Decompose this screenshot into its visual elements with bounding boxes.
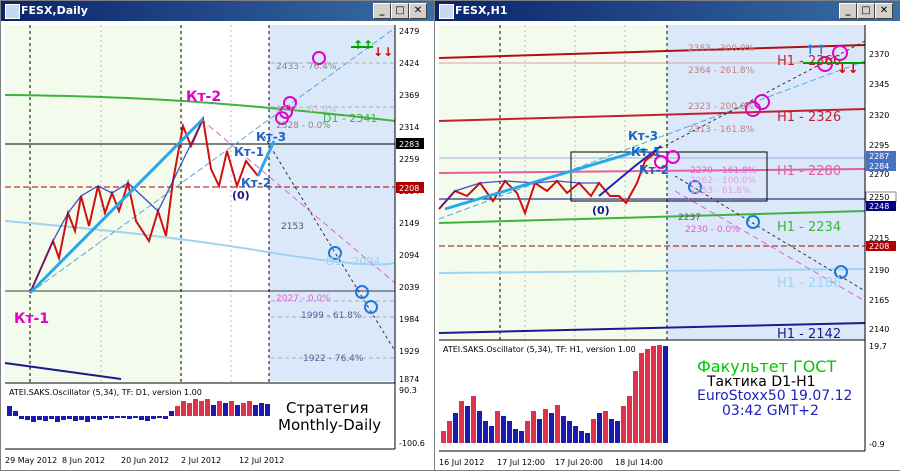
label-kt3: Кт-3 [256,130,286,144]
down-arrow-icon: ↓↓ [373,45,393,59]
daily-window-titlebar[interactable]: FESX,Daily _ □ ✕ [1,1,434,21]
svg-text:17 Jul 20:00: 17 Jul 20:00 [555,458,603,467]
svg-text:2094: 2094 [399,251,419,260]
fib-label: 2323 - 200.0% [688,102,755,112]
level-label: H1 - 2326 [777,110,841,125]
svg-text:2039: 2039 [399,283,419,292]
red-price-tag: 2208 [399,184,419,193]
svg-text:16 Jul 2012: 16 Jul 2012 [439,458,484,467]
fib-label: 2383 - 300.0% [688,44,755,54]
svg-text:29 May 2012: 29 May 2012 [5,456,57,465]
hourly-window-title: FESX,H1 [455,4,508,17]
level-label: 2153 [281,222,304,232]
svg-text:1929: 1929 [399,347,419,356]
hourly-price-chart[interactable]: ↑↑ ↓↓ Кт-3 Кт-1 Кт-2 (0) 2383 - 300.0% 2… [435,21,900,470]
price-axis: 2479 2424 2369 2314 2259 2204 2149 2094 … [399,27,419,384]
svg-text:2424: 2424 [399,59,419,68]
chart-window-icon [5,4,20,19]
level-label: D1 - 2094 [326,255,380,268]
fib-label: 2253 - 61.8% [690,186,751,196]
fib-label: 1999 - 61.8% [301,311,362,321]
close-button[interactable]: ✕ [409,3,427,19]
price-tag: 2208 [869,242,889,251]
close-button[interactable]: ✕ [875,3,893,19]
svg-text:2314: 2314 [399,123,419,132]
maximize-button[interactable]: □ [857,3,875,19]
svg-text:2190: 2190 [869,266,889,275]
daily-window-title: FESX,Daily [21,4,88,17]
oscillator-title: ATEI.SAKS.Oscillator (5,34), TF: D1, ver… [9,388,202,397]
label-kt3: Кт-3 [628,129,658,143]
svg-text:2369: 2369 [399,91,419,100]
fib-label: 2027 - 0.0% [276,294,331,304]
svg-text:2 Jul 2012: 2 Jul 2012 [181,456,221,465]
svg-text:2270: 2270 [869,170,889,179]
current-price-tag: 2283 [399,140,419,149]
fib-label: 2237 [678,213,701,223]
osc-tick: 90.3 [399,386,417,395]
fib-label: 2364 - 261.8% [688,66,755,76]
svg-text:2149: 2149 [399,219,419,228]
level-label: H1 - 2234 [777,220,841,235]
fib-label: 2230 - 0.0% [685,225,740,235]
price-tag: 2287 [869,152,889,161]
svg-text:8 Jun 2012: 8 Jun 2012 [62,456,105,465]
fib-label: 2262 - 100.0% [690,176,757,186]
chart-window-icon [439,4,454,19]
minimize-button[interactable]: _ [373,3,391,19]
info-text: 03:42 GMT+2 [722,403,819,419]
oscillator-title: ATEI.SAKS.Oscillator (5,34), TF: H1, ver… [443,345,636,354]
fib-label: 2433 - 76.4% [276,62,337,72]
label-zero: (0) [592,204,610,217]
osc-tick: -100.6 [399,439,425,448]
label-kt1b: Кт-1 [234,145,264,159]
label-kt2: Кт-2 [186,89,221,105]
info-text: EuroStoxx50 19.07.12 [697,388,852,404]
fib-label: 2313 - 161.8% [688,125,755,135]
price-tag: 2250 [869,193,889,202]
daily-price-chart[interactable]: ↑↑ ↓↓ Кт-2 Кт-1 Кт-3 Кт-1 Кт-2 (0) 2433 … [1,21,434,470]
svg-text:1874: 1874 [399,375,419,384]
level-label: H1 - 2366 [777,54,841,69]
hourly-chart-window[interactable]: FESX,H1 _ □ ✕ ↑↑ ↓↓ Кт-3 Кт-1 Кт-2 (0) 2… [434,0,900,471]
date-axis: 16 Jul 2012 17 Jul 12:00 17 Jul 20:00 18… [439,458,663,467]
label-kt1: Кт-1 [14,311,49,327]
level-label: D1 - 2341 [323,112,377,125]
strategy-text: Стратегия [286,399,369,417]
date-axis: 29 May 2012 8 Jun 2012 20 Jun 2012 2 Jul… [5,456,284,465]
up-arrow-icon: ↑↑ [353,38,373,52]
osc-tick: -0.9 [869,440,885,449]
maximize-button[interactable]: □ [391,3,409,19]
strategy-text: Monthly-Daily [278,416,381,434]
svg-text:18 Jul 14:00: 18 Jul 14:00 [615,458,663,467]
svg-text:2259: 2259 [399,155,419,164]
svg-text:17 Jul 12:00: 17 Jul 12:00 [497,458,545,467]
label-kt1: Кт-1 [631,145,661,159]
hourly-window-titlebar[interactable]: FESX,H1 _ □ ✕ [435,1,900,21]
svg-text:2140: 2140 [869,325,889,334]
osc-tick: 19.7 [869,342,887,351]
label-kt2: Кт-2 [639,163,669,177]
svg-text:2295: 2295 [869,141,889,150]
svg-text:2320: 2320 [869,111,889,120]
level-label: H1 - 2280 [777,164,841,179]
fib-label: 1922 - 76.4% [303,354,364,364]
svg-text:12 Jul 2012: 12 Jul 2012 [239,456,284,465]
svg-text:2370: 2370 [869,50,889,59]
fib-label: 2279 - 161.8% [690,166,757,176]
label-zero: (0) [232,189,250,202]
svg-text:2165: 2165 [869,296,889,305]
level-label: H1 - 2186 [777,276,841,291]
svg-text:1984: 1984 [399,315,419,324]
svg-text:2479: 2479 [399,27,419,36]
daily-chart-window[interactable]: FESX,Daily _ □ ✕ ↑↑ ↓↓ Кт-2 Кт-1 Кт-3 Кт… [0,0,435,471]
svg-text:2345: 2345 [869,80,889,89]
label-kt2b: Кт-2 [241,176,271,190]
minimize-button[interactable]: _ [839,3,857,19]
price-tag: 2284 [869,162,889,171]
price-tag: 2248 [869,202,889,211]
svg-text:20 Jun 2012: 20 Jun 2012 [121,456,169,465]
